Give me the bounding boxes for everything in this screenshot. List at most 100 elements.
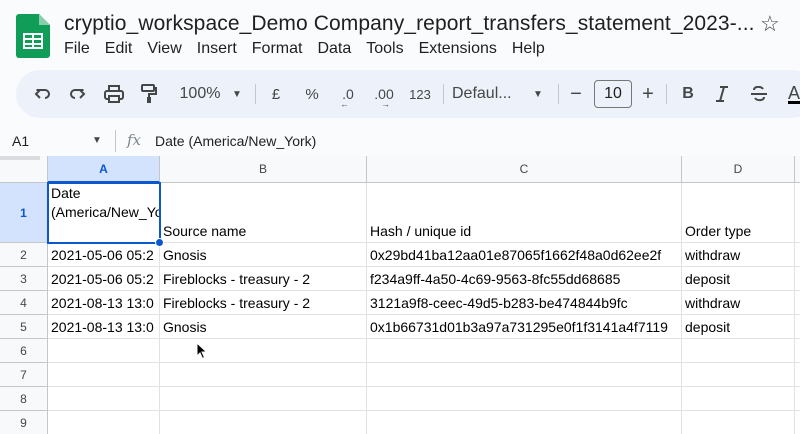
cell-b4[interactable]: Fireblocks - treasury - 2 — [160, 291, 367, 315]
cell-a6[interactable] — [48, 339, 160, 363]
menu-extensions[interactable]: Extensions — [419, 40, 506, 58]
cell-d2[interactable]: withdraw — [682, 243, 795, 267]
redo-icon[interactable] — [64, 70, 90, 118]
cell-b6[interactable] — [160, 339, 367, 363]
cell-c6[interactable] — [367, 339, 682, 363]
row-header-8[interactable]: 8 — [0, 387, 48, 411]
cell-e4[interactable] — [795, 291, 800, 315]
bold-button[interactable]: B — [678, 70, 698, 118]
cell-c2[interactable]: 0x29bd41ba12aa01e87065f1662f48a0d62ee2f — [367, 243, 682, 267]
cell-e2[interactable] — [795, 243, 800, 267]
star-icon[interactable]: ☆ — [760, 11, 780, 37]
name-box-dropdown-icon[interactable]: ▼ — [92, 135, 102, 146]
undo-icon[interactable] — [30, 70, 56, 118]
cell-b3[interactable]: Fireblocks - treasury - 2 — [160, 267, 367, 291]
cell-b5[interactable]: Gnosis — [160, 315, 367, 339]
cell-a3[interactable]: 2021-05-06 05:2 — [48, 267, 160, 291]
cell-b7[interactable] — [160, 363, 367, 387]
select-all-corner[interactable] — [0, 156, 48, 183]
currency-format-button[interactable]: £ — [266, 70, 286, 118]
column-header-e[interactable] — [795, 156, 800, 183]
decrease-font-size-icon[interactable]: − — [566, 70, 586, 118]
increase-decimal-button[interactable]: .00 → — [369, 70, 399, 118]
column-header-a[interactable]: A — [48, 156, 160, 183]
column-header-c[interactable]: C — [367, 156, 682, 183]
name-box[interactable]: A1 — [12, 133, 29, 149]
cell-e9[interactable] — [795, 411, 800, 434]
row-header-2[interactable]: 2 — [0, 243, 48, 267]
menu-view[interactable]: View — [147, 40, 190, 58]
row-header-7[interactable]: 7 — [0, 363, 48, 387]
cell-d6[interactable] — [682, 339, 795, 363]
decrease-decimal-button[interactable]: .0 ← — [336, 70, 360, 118]
cell-a4[interactable]: 2021-08-13 13:0 — [48, 291, 160, 315]
row-header-1[interactable]: 1 — [0, 183, 48, 243]
menu-help[interactable]: Help — [512, 40, 554, 58]
menu-format[interactable]: Format — [252, 40, 312, 58]
cell-a9[interactable] — [48, 411, 160, 434]
print-icon[interactable] — [101, 70, 127, 118]
cell-c9[interactable] — [367, 411, 682, 434]
cell-d5[interactable]: deposit — [682, 315, 795, 339]
row-header-9[interactable]: 9 — [0, 411, 48, 434]
cell-c7[interactable] — [367, 363, 682, 387]
menu-edit[interactable]: Edit — [105, 40, 142, 58]
cell-e3[interactable] — [795, 267, 800, 291]
increase-font-size-icon[interactable]: + — [638, 70, 658, 118]
text-color-icon[interactable]: A — [784, 70, 800, 118]
zoom-select[interactable]: 100% — [172, 70, 228, 118]
cell-a5[interactable]: 2021-08-13 13:0 — [48, 315, 160, 339]
row-header-3[interactable]: 3 — [0, 267, 48, 291]
function-icon: fx — [127, 131, 142, 149]
cell-e8[interactable] — [795, 387, 800, 411]
cell-d7[interactable] — [682, 363, 795, 387]
cell-a8[interactable] — [48, 387, 160, 411]
menu-tools[interactable]: Tools — [366, 40, 412, 58]
cell-d1[interactable]: Order type — [682, 183, 795, 243]
italic-icon[interactable] — [712, 70, 732, 118]
cell-d4[interactable]: withdraw — [682, 291, 795, 315]
formula-input[interactable]: Date (America/New_York) — [155, 133, 316, 149]
cell-b2[interactable]: Gnosis — [160, 243, 367, 267]
row-header-6[interactable]: 6 — [0, 339, 48, 363]
sheet-grid[interactable]: A B C D 1 2 3 4 5 6 7 8 9 Date (America/… — [0, 156, 800, 434]
fill-handle[interactable] — [155, 238, 164, 247]
font-size-input[interactable]: 10 — [594, 80, 632, 108]
cell-c1[interactable]: Hash / unique id — [367, 183, 682, 243]
cell-e1[interactable] — [795, 183, 800, 243]
row-header-4[interactable]: 4 — [0, 291, 48, 315]
menu-data[interactable]: Data — [317, 40, 360, 58]
cell-c3[interactable]: f234a9ff-4a50-4c69-9563-8fc55dd68685 — [367, 267, 682, 291]
spreadsheet-window: cryptio_workspace_Demo Company_report_tr… — [0, 0, 800, 434]
cell-c5[interactable]: 0x1b66731d01b3a97a731295e0f1f3141a4f7119 — [367, 315, 682, 339]
row-header-5[interactable]: 5 — [0, 315, 48, 339]
font-select[interactable]: Defaul... — [452, 70, 528, 118]
cell-a1[interactable]: Date (America/New_York) — [48, 183, 160, 243]
cell-d3[interactable]: deposit — [682, 267, 795, 291]
cell-d9[interactable] — [682, 411, 795, 434]
menu-insert[interactable]: Insert — [197, 40, 246, 58]
paint-format-icon[interactable] — [136, 70, 162, 118]
cell-e7[interactable] — [795, 363, 800, 387]
cell-b9[interactable] — [160, 411, 367, 434]
cell-e5[interactable] — [795, 315, 800, 339]
column-header-d[interactable]: D — [682, 156, 795, 183]
cell-b1[interactable]: Source name — [160, 183, 367, 243]
sheets-logo-icon[interactable] — [16, 14, 50, 58]
menu-file[interactable]: File — [64, 40, 99, 58]
number-format-button[interactable]: 123 — [405, 70, 435, 118]
arrow-left-icon: ← — [340, 99, 349, 109]
cell-e6[interactable] — [795, 339, 800, 363]
cell-a7[interactable] — [48, 363, 160, 387]
cell-b8[interactable] — [160, 387, 367, 411]
strikethrough-icon[interactable] — [748, 70, 770, 118]
column-header-b[interactable]: B — [160, 156, 367, 183]
cell-d8[interactable] — [682, 387, 795, 411]
zoom-dropdown-icon[interactable]: ▼ — [229, 70, 245, 118]
cell-a2[interactable]: 2021-05-06 05:2 — [48, 243, 160, 267]
percent-format-button[interactable]: % — [301, 70, 323, 118]
cell-c4[interactable]: 3121a9f8-ceec-49d5-b283-be474844b9fc — [367, 291, 682, 315]
document-title[interactable]: cryptio_workspace_Demo Company_report_tr… — [64, 12, 755, 36]
cell-c8[interactable] — [367, 387, 682, 411]
font-dropdown-icon[interactable]: ▼ — [530, 70, 546, 118]
